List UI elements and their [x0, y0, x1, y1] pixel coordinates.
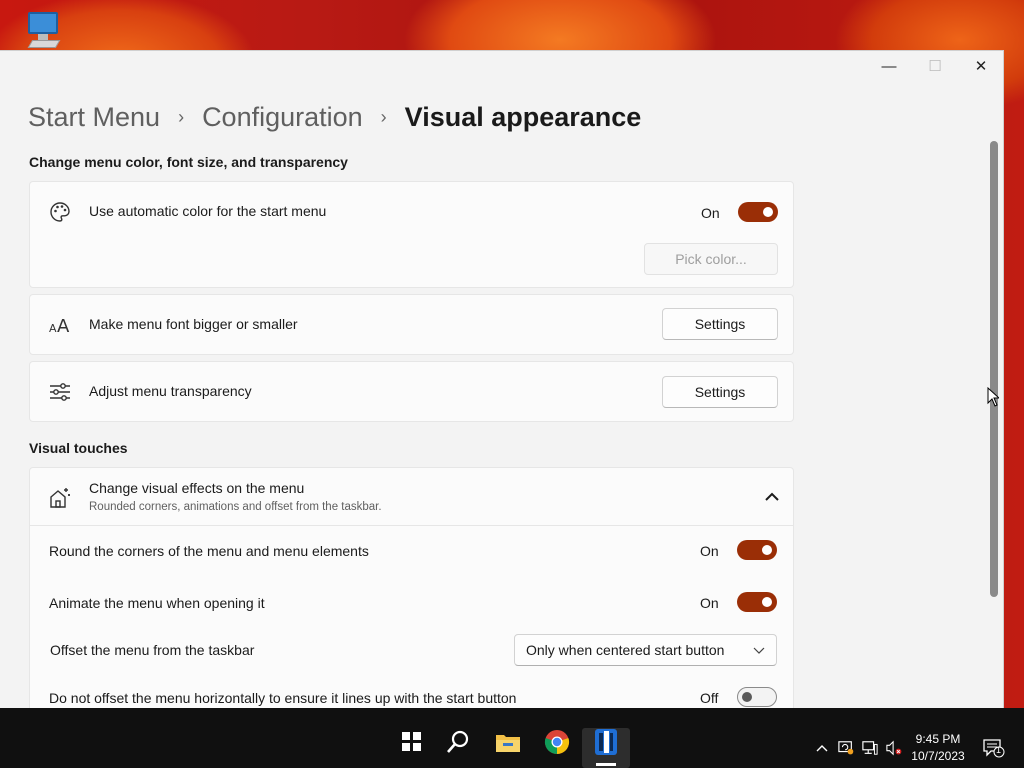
breadcrumb-start-menu[interactable]: Start Menu	[28, 102, 160, 133]
chrome-icon[interactable]	[543, 728, 571, 756]
no-horizontal-offset-toggle[interactable]	[737, 687, 777, 707]
transparency-settings-button[interactable]: Settings	[662, 376, 778, 408]
auto-color-card: Use automatic color for the start menu O…	[29, 181, 794, 288]
maximize-button[interactable]: ☐	[912, 51, 958, 81]
volume-muted-icon[interactable]	[886, 740, 902, 756]
offset-menu-dropdown[interactable]: Only when centered start button	[514, 634, 777, 666]
round-corners-toggle[interactable]	[737, 540, 777, 560]
palette-icon	[48, 200, 72, 224]
no-horizontal-offset-state: Off	[700, 690, 719, 706]
minimize-button[interactable]: —	[866, 51, 912, 81]
file-explorer-icon[interactable]	[494, 728, 522, 756]
visual-effects-expander: Change visual effects on the menu Rounde…	[29, 467, 794, 708]
clock[interactable]: 9:45 PM 10/7/2023	[906, 731, 970, 765]
font-size-card: AA Make menu font bigger or smaller Sett…	[29, 294, 794, 355]
mouse-cursor-icon	[987, 387, 999, 407]
title-bar: — ☐ ✕	[0, 51, 1003, 81]
round-corners-label: Round the corners of the menu and menu e…	[49, 543, 369, 559]
page-title: Visual appearance	[404, 101, 642, 132]
svg-text:A: A	[57, 316, 70, 335]
visual-effects-sublabel: Rounded corners, animations and offset f…	[89, 501, 382, 513]
breadcrumb: Start Menu › Configuration › Visual appe…	[28, 97, 641, 137]
animate-menu-label: Animate the menu when opening it	[49, 595, 265, 611]
vertical-scrollbar[interactable]	[990, 141, 998, 597]
section-title-visual-touches: Visual touches	[29, 440, 128, 456]
font-size-label: Make menu font bigger or smaller	[89, 316, 298, 332]
settings-window: — ☐ ✕ Start Menu › Configuration › Visua…	[0, 50, 1004, 708]
auto-color-toggle[interactable]	[738, 202, 778, 222]
breadcrumb-separator-icon: ›	[380, 106, 387, 127]
auto-color-state: On	[701, 205, 720, 221]
round-corners-state: On	[700, 543, 719, 559]
visual-effects-label: Change visual effects on the menu	[89, 480, 305, 496]
transparency-label: Adjust menu transparency	[89, 383, 252, 399]
notification-center-icon[interactable]: 1	[983, 738, 1005, 758]
clock-time: 9:45 PM	[915, 732, 961, 746]
auto-color-label: Use automatic color for the start menu	[89, 203, 327, 219]
active-app-indicator	[596, 763, 616, 766]
offset-menu-dropdown-value: Only when centered start button	[526, 642, 725, 658]
close-button[interactable]: ✕	[958, 51, 1003, 81]
animate-menu-state: On	[700, 595, 719, 611]
open-shell-icon[interactable]	[592, 728, 620, 756]
start-icon[interactable]	[398, 728, 426, 756]
network-icon[interactable]	[862, 740, 878, 756]
search-icon[interactable]	[444, 728, 472, 756]
update-status-icon[interactable]	[838, 740, 854, 756]
notification-count: 1	[996, 745, 1002, 755]
svg-text:A: A	[49, 322, 57, 335]
this-pc-desktop-icon[interactable]	[14, 10, 62, 50]
animate-menu-toggle[interactable]	[737, 592, 777, 612]
clock-date: 10/7/2023	[911, 749, 965, 763]
sparkle-house-icon	[48, 486, 72, 510]
transparency-card: Adjust menu transparency Settings	[29, 361, 794, 422]
offset-menu-label: Offset the menu from the taskbar	[50, 642, 255, 658]
chevron-down-icon	[753, 647, 765, 654]
expander-header[interactable]: Change visual effects on the menu Rounde…	[30, 468, 793, 526]
section-title-color-font: Change menu color, font size, and transp…	[29, 154, 348, 170]
breadcrumb-configuration[interactable]: Configuration	[202, 102, 363, 133]
pick-color-button[interactable]: Pick color...	[644, 243, 778, 275]
sliders-icon	[48, 380, 72, 404]
chevron-up-icon[interactable]	[764, 490, 780, 502]
tray-chevron-icon[interactable]	[814, 740, 830, 756]
font-size-settings-button[interactable]: Settings	[662, 308, 778, 340]
no-horizontal-offset-label: Do not offset the menu horizontally to e…	[49, 690, 517, 706]
breadcrumb-separator-icon: ›	[178, 106, 185, 127]
font-size-icon: AA	[48, 313, 72, 337]
taskbar: 9:45 PM 10/7/2023 1	[0, 708, 1024, 768]
